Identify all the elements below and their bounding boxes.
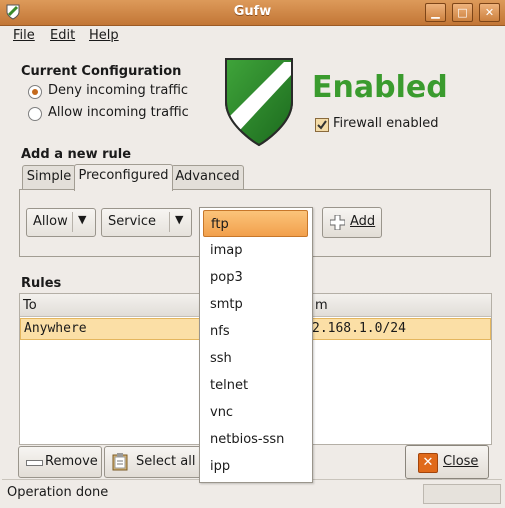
combo-separator xyxy=(72,212,73,232)
status-text: Operation done xyxy=(7,485,109,500)
add-rule-button[interactable]: Add xyxy=(322,207,382,238)
allow-incoming-label[interactable]: Allow incoming traffic xyxy=(48,105,189,120)
list-item-ipp[interactable]: ipp xyxy=(200,453,312,480)
rule-to-cell: Anywhere xyxy=(24,321,87,336)
minimize-icon: ▁ xyxy=(431,6,440,19)
add-button-label: Add xyxy=(350,214,376,229)
minimize-button[interactable]: ▁ xyxy=(425,3,446,22)
list-item-smtp[interactable]: smtp xyxy=(200,291,312,318)
select-all-button[interactable]: Select all xyxy=(104,446,202,478)
list-item-ftp[interactable]: ftp xyxy=(203,210,308,237)
tab-simple[interactable]: Simple xyxy=(22,165,76,190)
rules-heading: Rules xyxy=(21,276,62,291)
close-button-label: Close xyxy=(443,454,479,469)
tab-advanced[interactable]: Advanced xyxy=(171,165,244,190)
remove-button-label: Remove xyxy=(45,454,98,469)
menu-file[interactable]: File xyxy=(13,28,35,43)
rule-type-combo[interactable]: Service ▼ xyxy=(101,208,192,237)
allow-incoming-radio[interactable] xyxy=(28,107,42,121)
plus-icon xyxy=(330,215,345,230)
deny-incoming-label[interactable]: Deny incoming traffic xyxy=(48,83,188,98)
minus-icon xyxy=(26,460,43,466)
column-from[interactable]: m xyxy=(315,298,328,313)
option-label: smtp xyxy=(210,297,243,312)
option-label: pop3 xyxy=(210,270,243,285)
list-item-nfs[interactable]: nfs xyxy=(200,318,312,345)
chevron-down-icon: ▼ xyxy=(78,213,87,226)
service-dropdown-list[interactable]: ftp imap pop3 smtp nfs ssh telnet vnc ne… xyxy=(199,207,313,483)
chevron-down-icon: ▼ xyxy=(175,213,184,226)
combo-separator xyxy=(169,212,170,232)
deny-incoming-radio[interactable] xyxy=(28,85,42,99)
menu-bar: File Edit Help xyxy=(0,26,505,48)
checkmark-icon xyxy=(317,120,327,130)
clipboard-icon xyxy=(112,453,128,471)
list-item-imap[interactable]: imap xyxy=(200,237,312,264)
close-window-button[interactable]: ✕ xyxy=(479,3,500,22)
option-label: imap xyxy=(210,243,243,258)
firewall-enabled-checkbox[interactable] xyxy=(315,118,329,132)
option-label: ipp xyxy=(210,459,231,474)
menu-help[interactable]: Help xyxy=(89,28,119,43)
rule-from-cell: 2.168.1.0/24 xyxy=(312,321,406,336)
close-icon: ✕ xyxy=(484,6,495,19)
remove-rule-button[interactable]: Remove xyxy=(18,446,102,478)
list-item-vnc[interactable]: vnc xyxy=(200,399,312,426)
maximize-button[interactable]: □ xyxy=(452,3,473,22)
close-button[interactable]: ✕ Close xyxy=(405,445,489,479)
option-label: vnc xyxy=(210,405,234,420)
action-value: Allow xyxy=(33,214,68,229)
radio-selected-dot xyxy=(32,89,38,95)
rule-type-value: Service xyxy=(108,214,157,229)
option-label: telnet xyxy=(210,378,249,393)
column-to[interactable]: To xyxy=(23,298,37,313)
list-item-ssh[interactable]: ssh xyxy=(200,345,312,372)
add-rule-heading: Add a new rule xyxy=(21,147,132,162)
maximize-icon: □ xyxy=(457,6,468,19)
current-configuration-heading: Current Configuration xyxy=(21,64,182,79)
option-label: netbios-ssn xyxy=(210,432,285,447)
status-progress-area xyxy=(423,484,501,504)
option-label: ftp xyxy=(211,217,229,232)
list-item-telnet[interactable]: telnet xyxy=(200,372,312,399)
title-bar[interactable]: Gufw ▁ □ ✕ xyxy=(0,0,505,26)
list-item-pop3[interactable]: pop3 xyxy=(200,264,312,291)
gufw-shield-logo xyxy=(222,56,296,148)
option-label: nfs xyxy=(210,324,230,339)
menu-edit[interactable]: Edit xyxy=(50,28,75,43)
option-label: ssh xyxy=(210,351,232,366)
select-all-button-label: Select all xyxy=(136,454,196,469)
tab-preconfigured[interactable]: Preconfigured xyxy=(74,164,173,191)
firewall-status-text: Enabled xyxy=(312,70,448,105)
close-icon: ✕ xyxy=(418,453,438,473)
list-item-netbios-ssn[interactable]: netbios-ssn xyxy=(200,426,312,453)
action-combo[interactable]: Allow ▼ xyxy=(26,208,96,237)
status-bar: Operation done xyxy=(0,482,505,508)
firewall-enabled-label[interactable]: Firewall enabled xyxy=(333,116,438,131)
